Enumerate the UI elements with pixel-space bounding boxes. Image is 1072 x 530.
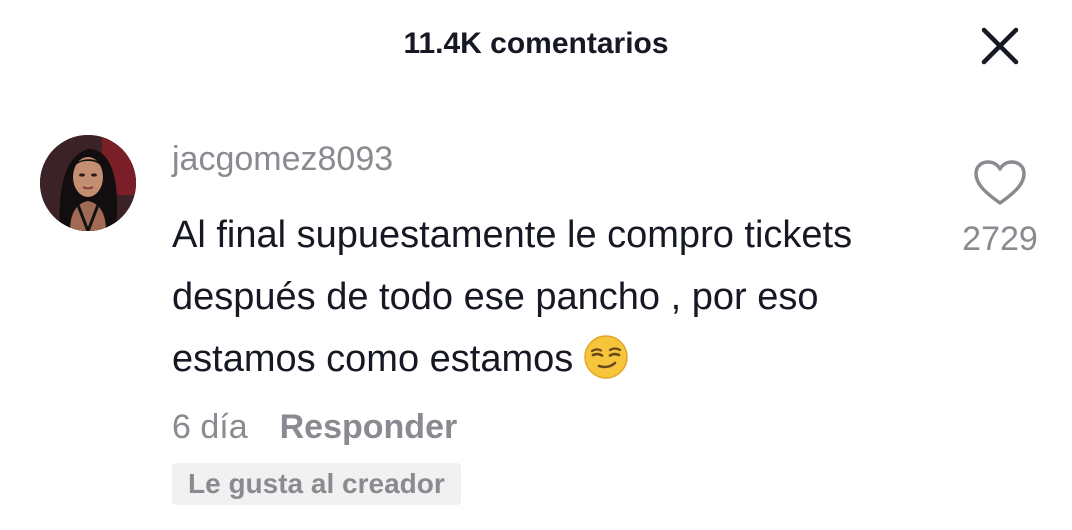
comment-time: 6 día — [172, 407, 248, 446]
close-icon — [981, 27, 1019, 65]
avatar[interactable] — [40, 135, 136, 231]
reply-button[interactable]: Responder — [280, 408, 458, 447]
comments-header-title: 11.4K comentarios — [403, 27, 669, 60]
heart-outline-icon — [974, 160, 1026, 205]
user-avatar — [40, 135, 136, 231]
comment-username[interactable]: jacgomez8093 — [172, 136, 393, 182]
creator-liked-badge: Le gusta al creador — [172, 463, 461, 505]
comment-text: Al final supuestamente le compro tickets… — [172, 204, 932, 390]
close-button[interactable] — [976, 22, 1024, 70]
comment-meta: 6 día Responder — [172, 404, 457, 450]
comment-text-content: Al final supuestamente le compro tickets… — [172, 214, 853, 380]
like-button[interactable] — [972, 157, 1028, 209]
like-count: 2729 — [962, 220, 1038, 258]
smirking-face-emoji — [584, 335, 629, 379]
